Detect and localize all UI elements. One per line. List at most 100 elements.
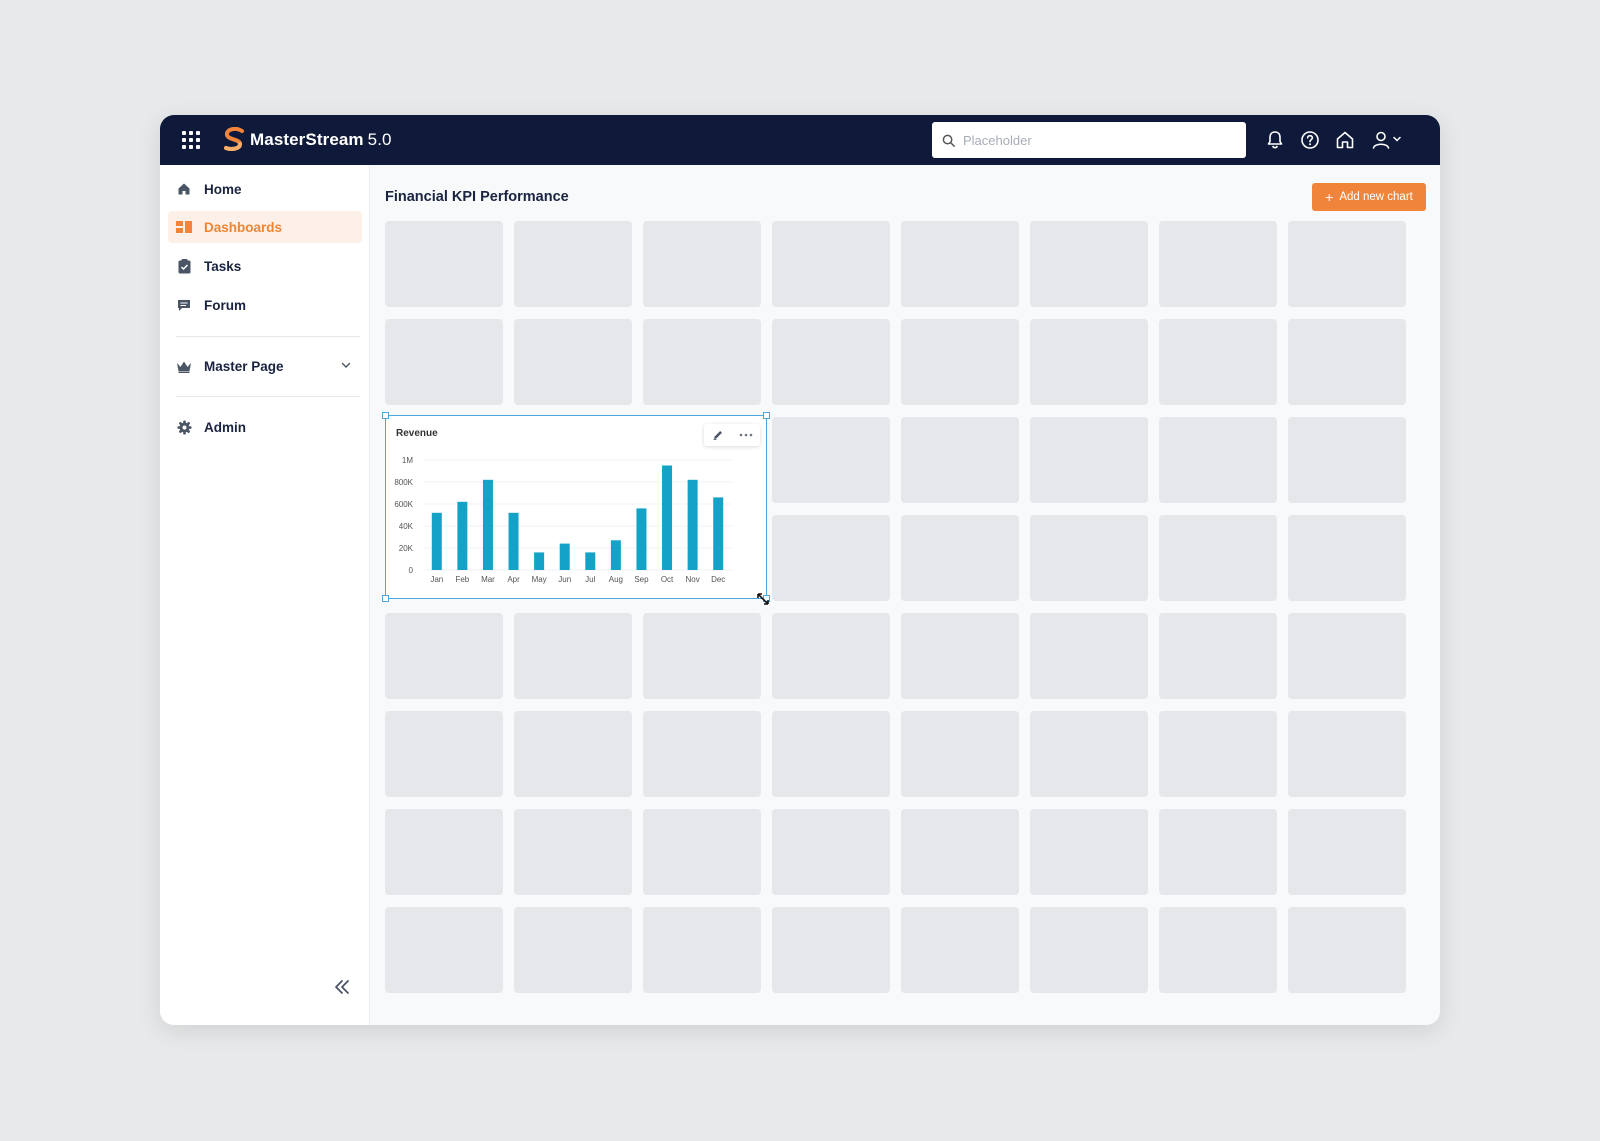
y-tick-label: 0: [409, 566, 414, 575]
chart-placeholder-tile[interactable]: [901, 319, 1019, 405]
chart-placeholder-tile[interactable]: [1030, 515, 1148, 601]
chart-placeholder-tile[interactable]: [1159, 907, 1277, 993]
chart-placeholder-tile[interactable]: [385, 809, 503, 895]
chart-placeholder-tile[interactable]: [901, 711, 1019, 797]
chart-bar[interactable]: [431, 512, 442, 570]
chart-placeholder-tile[interactable]: [901, 221, 1019, 307]
home-icon[interactable]: [1334, 129, 1356, 151]
chart-placeholder-tile[interactable]: [901, 417, 1019, 503]
chart-placeholder-tile[interactable]: [643, 711, 761, 797]
chart-placeholder-tile[interactable]: [1159, 515, 1277, 601]
chart-placeholder-tile[interactable]: [643, 319, 761, 405]
logo-icon: [224, 127, 244, 151]
chart-placeholder-tile[interactable]: [1030, 417, 1148, 503]
chart-placeholder-tile[interactable]: [1159, 417, 1277, 503]
chart-placeholder-tile[interactable]: [1159, 613, 1277, 699]
chart-placeholder-tile[interactable]: [901, 515, 1019, 601]
chart-placeholder-tile[interactable]: [1288, 613, 1406, 699]
sidebar-item-master-page[interactable]: Master Page: [168, 350, 362, 382]
chart-placeholder-tile[interactable]: [385, 907, 503, 993]
chart-placeholder-tile[interactable]: [514, 907, 632, 993]
chart-placeholder-tile[interactable]: [1030, 809, 1148, 895]
chart-placeholder-tile[interactable]: [772, 221, 890, 307]
sidebar-item-dashboards[interactable]: Dashboards: [168, 211, 362, 243]
help-icon[interactable]: [1299, 129, 1321, 151]
sidebar-item-home[interactable]: Home: [168, 173, 362, 205]
apps-grid-icon[interactable]: [182, 131, 200, 149]
chart-placeholder-tile[interactable]: [901, 809, 1019, 895]
chart-placeholder-tile[interactable]: [643, 613, 761, 699]
chart-bar[interactable]: [713, 497, 724, 570]
chart-bar[interactable]: [457, 501, 468, 570]
chart-placeholder-tile[interactable]: [385, 711, 503, 797]
resize-handle[interactable]: [382, 412, 389, 419]
chart-placeholder-tile[interactable]: [643, 907, 761, 993]
bell-icon[interactable]: [1264, 129, 1286, 151]
revenue-chart-widget[interactable]: Revenue 0 20K 40K 600K 800K 1M Jan Feb Mar Apr May…: [382, 412, 770, 605]
chart-placeholder-tile[interactable]: [1288, 809, 1406, 895]
x-tick-label: May: [532, 575, 547, 584]
chart-placeholder-tile[interactable]: [1288, 221, 1406, 307]
edit-icon[interactable]: [709, 426, 727, 444]
chart-bar[interactable]: [585, 552, 596, 570]
resize-handle[interactable]: [763, 412, 770, 419]
chart-placeholder-tile[interactable]: [772, 319, 890, 405]
chart-placeholder-tile[interactable]: [1288, 417, 1406, 503]
chart-placeholder-tile[interactable]: [1030, 907, 1148, 993]
chart-placeholder-tile[interactable]: [1030, 221, 1148, 307]
chart-placeholder-tile[interactable]: [1030, 319, 1148, 405]
chart-placeholder-tile[interactable]: [901, 907, 1019, 993]
x-tick-label: Jun: [558, 575, 571, 584]
chart-placeholder-tile[interactable]: [772, 613, 890, 699]
chart-placeholder-tile[interactable]: [1159, 809, 1277, 895]
chevron-down-icon[interactable]: [1392, 134, 1402, 144]
y-tick-label: 40K: [399, 522, 414, 531]
resize-handle[interactable]: [382, 595, 389, 602]
chart-placeholder-tile[interactable]: [385, 613, 503, 699]
chart-placeholder-tile[interactable]: [772, 907, 890, 993]
chart-placeholder-tile[interactable]: [514, 221, 632, 307]
chart-placeholder-tile[interactable]: [514, 711, 632, 797]
chart-placeholder-tile[interactable]: [643, 809, 761, 895]
chart-placeholder-tile[interactable]: [772, 809, 890, 895]
chart-placeholder-tile[interactable]: [514, 809, 632, 895]
chart-bar[interactable]: [482, 479, 493, 570]
chart-placeholder-tile[interactable]: [1159, 711, 1277, 797]
chart-bar[interactable]: [559, 543, 570, 570]
chart-placeholder-tile[interactable]: [514, 613, 632, 699]
chart-placeholder-tile[interactable]: [1030, 711, 1148, 797]
sidebar-item-admin[interactable]: Admin: [168, 411, 362, 443]
chart-bar[interactable]: [534, 552, 545, 570]
y-tick-label: 600K: [394, 500, 413, 509]
sidebar-item-label: Master Page: [204, 358, 284, 374]
chart-placeholder-tile[interactable]: [1288, 907, 1406, 993]
chart-placeholder-tile[interactable]: [772, 515, 890, 601]
chart-bar[interactable]: [662, 465, 673, 571]
chart-placeholder-tile[interactable]: [1288, 515, 1406, 601]
chart-placeholder-tile[interactable]: [385, 221, 503, 307]
user-icon[interactable]: [1370, 129, 1392, 151]
chart-placeholder-tile[interactable]: [1159, 221, 1277, 307]
chart-bar[interactable]: [508, 512, 519, 570]
sidebar-item-forum[interactable]: Forum: [168, 289, 362, 321]
chart-placeholder-tile[interactable]: [385, 319, 503, 405]
chart-bar[interactable]: [636, 508, 647, 570]
double-chevron-left-icon[interactable]: [332, 977, 352, 997]
chart-placeholder-tile[interactable]: [643, 221, 761, 307]
chart-placeholder-tile[interactable]: [901, 613, 1019, 699]
chart-placeholder-tile[interactable]: [1159, 319, 1277, 405]
chart-placeholder-tile[interactable]: [1288, 711, 1406, 797]
chart-placeholder-tile[interactable]: [514, 319, 632, 405]
sidebar-item-tasks[interactable]: Tasks: [168, 250, 362, 282]
more-icon[interactable]: [737, 426, 755, 444]
chart-placeholder-tile[interactable]: [1030, 613, 1148, 699]
chart-placeholder-tile[interactable]: [772, 417, 890, 503]
search-input[interactable]: [963, 132, 1233, 148]
add-new-chart-button[interactable]: + Add new chart: [1312, 183, 1426, 211]
search-box[interactable]: [932, 122, 1246, 158]
chart-bar[interactable]: [610, 540, 621, 570]
chart-bar[interactable]: [687, 479, 698, 570]
chart-placeholder-tile[interactable]: [772, 711, 890, 797]
chart-placeholder-tile[interactable]: [1288, 319, 1406, 405]
chevron-down-icon[interactable]: [340, 359, 352, 371]
